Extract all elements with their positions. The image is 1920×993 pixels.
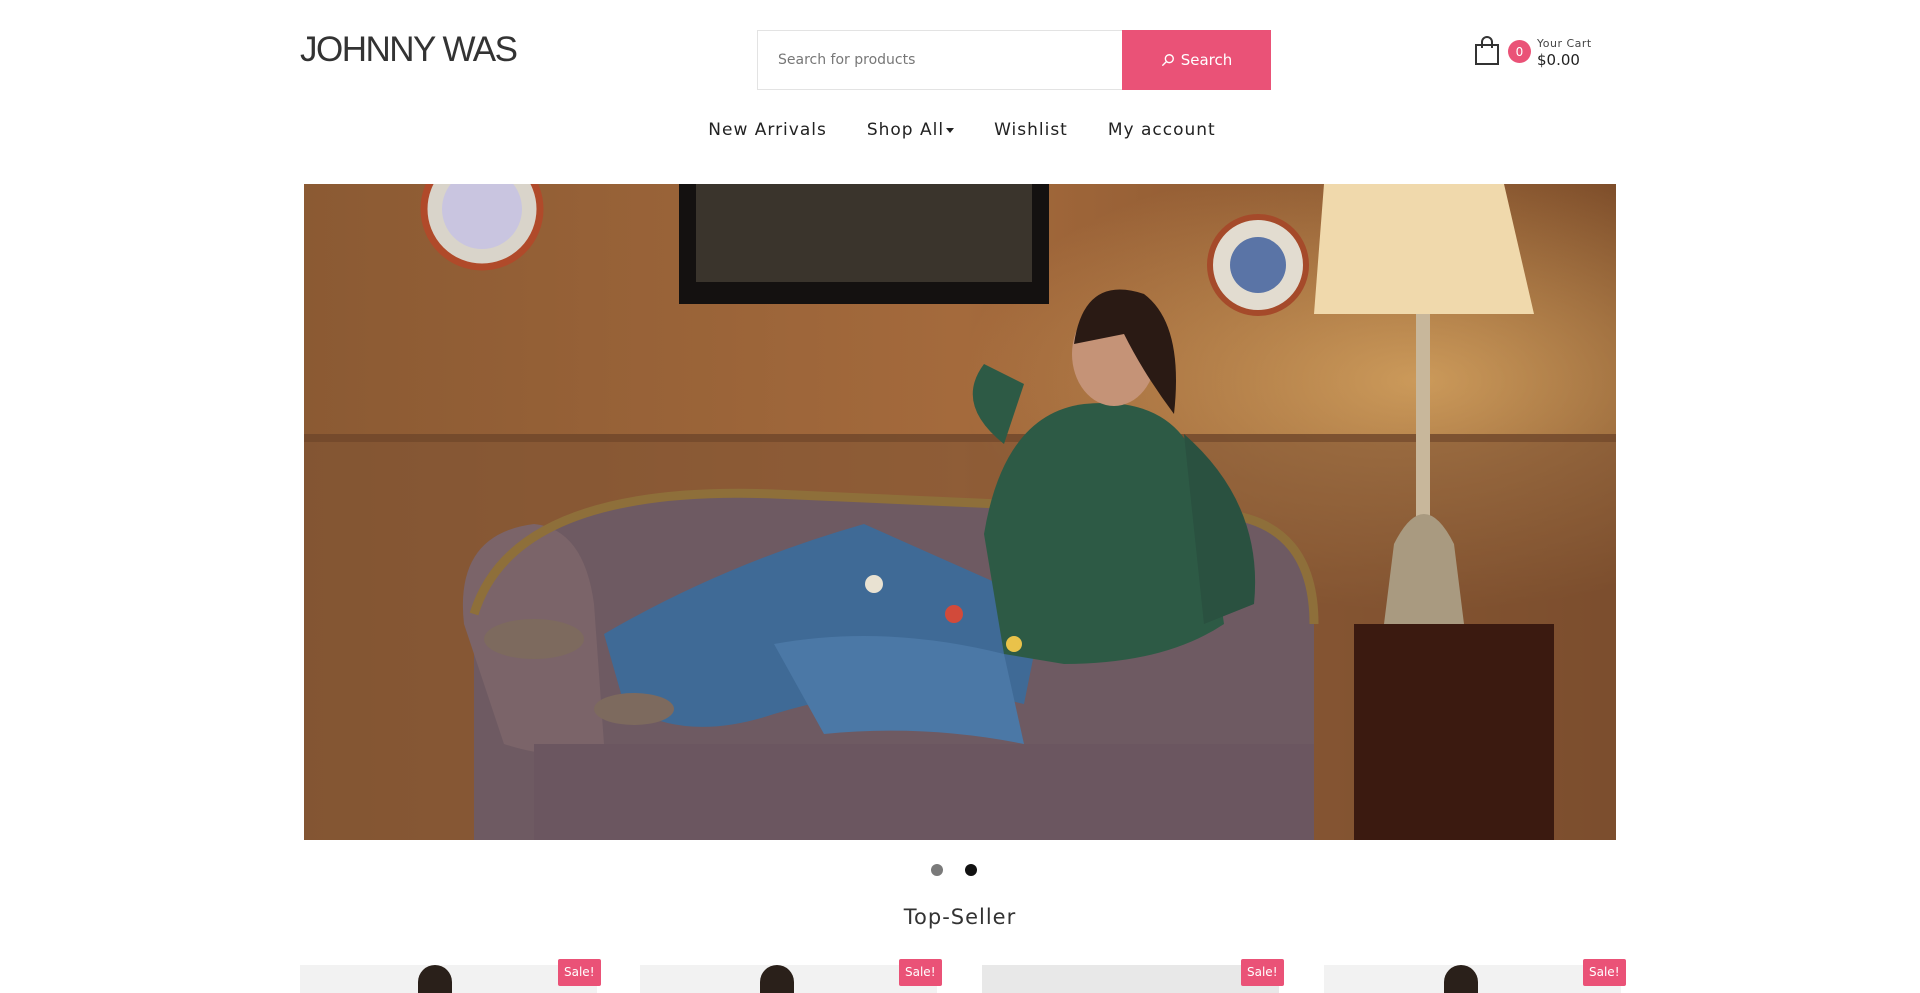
sale-badge: Sale!: [558, 959, 601, 986]
hero-image: [304, 184, 1616, 840]
cart-widget[interactable]: [1474, 36, 1500, 66]
model-photo: [760, 965, 794, 993]
product-card[interactable]: [982, 965, 1279, 993]
section-title: Top-Seller: [903, 905, 1017, 929]
search-button-label: Search: [1180, 51, 1233, 69]
shopping-bag-icon: [1475, 36, 1499, 65]
product-image: [982, 965, 1279, 993]
product-card[interactable]: [300, 965, 597, 993]
product-card[interactable]: [640, 965, 937, 993]
search-input[interactable]: [757, 30, 1122, 90]
sale-badge: Sale!: [899, 959, 942, 986]
carousel-dot-1[interactable]: [931, 864, 943, 876]
cart-count-badge: 0: [1508, 40, 1531, 63]
caret-down-icon: [946, 127, 955, 133]
search-bar: Search: [757, 30, 1271, 90]
model-photo: [1444, 965, 1478, 993]
nav-item-new-arrivals[interactable]: New Arrivals: [708, 120, 827, 140]
nav-item-shop-all[interactable]: Shop All: [867, 120, 955, 140]
hero-banner[interactable]: [304, 184, 1616, 840]
product-card[interactable]: [1324, 965, 1621, 993]
sale-badge: Sale!: [1241, 959, 1284, 986]
search-button[interactable]: Search: [1122, 30, 1271, 90]
model-photo: [418, 965, 452, 993]
sale-badge: Sale!: [1583, 959, 1626, 986]
cart-total: $0.00: [1537, 51, 1580, 69]
carousel-dot-2[interactable]: [965, 864, 977, 876]
cart-label: Your Cart: [1537, 37, 1592, 50]
nav-item-my-account[interactable]: My account: [1108, 120, 1216, 140]
site-logo[interactable]: JOHNNY WAS: [300, 30, 518, 70]
main-nav: New Arrivals Shop All Wishlist My accoun…: [0, 120, 1920, 140]
cart-summary[interactable]: Your Cart $0.00: [1537, 37, 1592, 69]
search-icon: [1161, 54, 1174, 66]
carousel-dots: [0, 864, 1920, 876]
nav-item-wishlist[interactable]: Wishlist: [994, 120, 1068, 140]
